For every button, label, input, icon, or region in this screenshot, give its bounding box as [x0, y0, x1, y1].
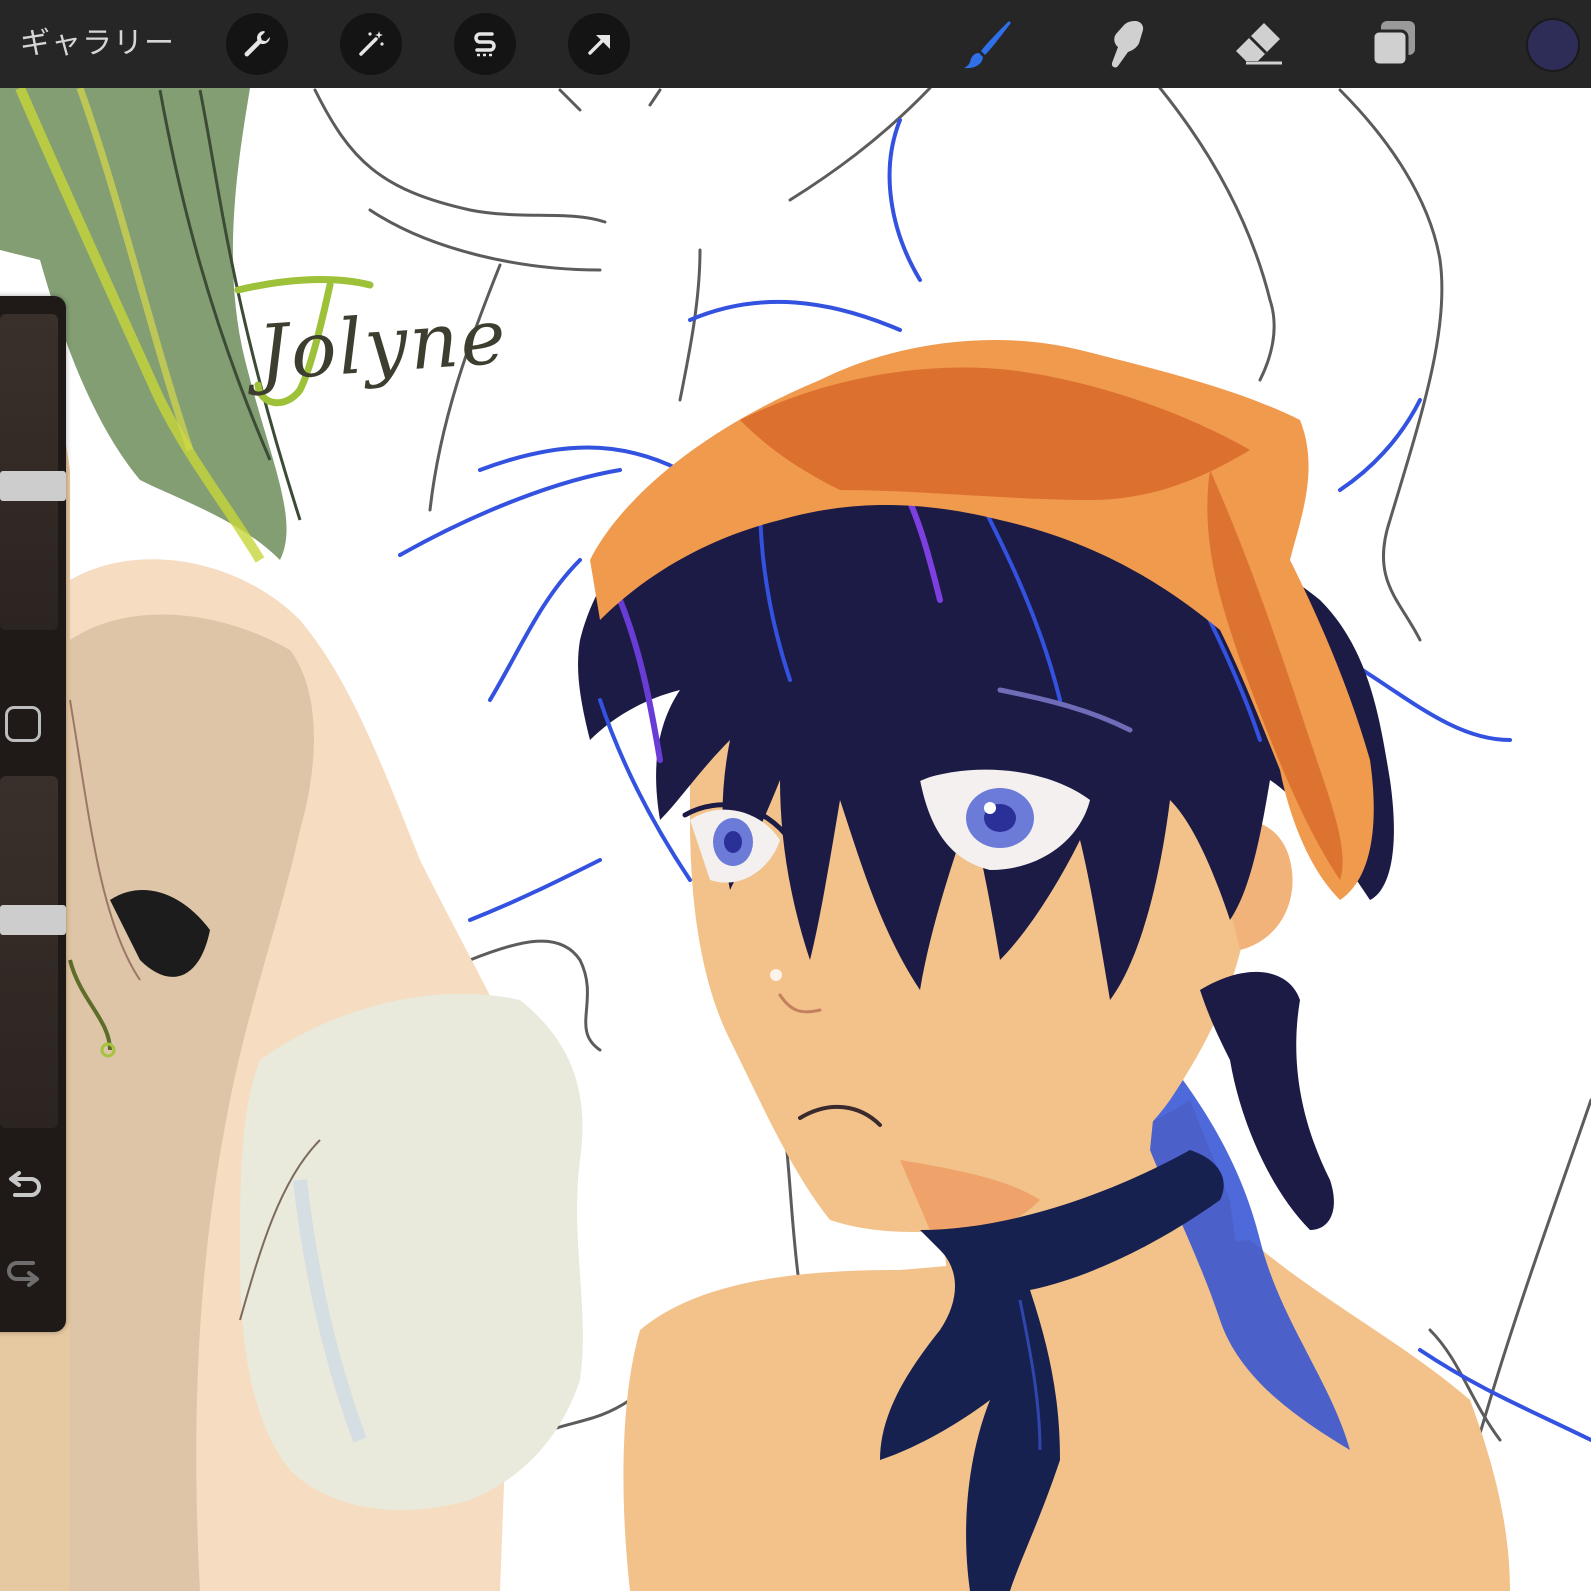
square-modify-icon[interactable] [5, 706, 41, 742]
layers-tool-button[interactable] [1362, 12, 1426, 76]
arrow-cursor-icon [588, 35, 610, 55]
brush-size-handle[interactable] [0, 471, 66, 502]
redo-icon [7, 1261, 39, 1287]
layers-icon [1371, 21, 1415, 67]
selection-button[interactable] [454, 13, 516, 75]
undo-icon [9, 1171, 41, 1197]
undo-button[interactable] [2, 1166, 46, 1210]
actions-button[interactable] [226, 13, 288, 75]
opacity-handle[interactable] [0, 904, 66, 935]
current-color-swatch[interactable] [1526, 18, 1580, 72]
eraser-tool-button[interactable] [1226, 12, 1290, 76]
drawing-canvas[interactable]: Jolyne [0, 88, 1591, 1591]
gallery-button[interactable]: ギャラリー [20, 22, 175, 66]
redo-button[interactable] [2, 1248, 46, 1292]
smudge-finger-icon [1111, 21, 1144, 68]
adjustments-button[interactable] [340, 13, 402, 75]
wrench-icon [244, 30, 271, 57]
magic-wand-icon [359, 31, 384, 56]
selection-s-icon [474, 32, 496, 57]
opacity-slider[interactable] [0, 776, 66, 1128]
top-toolbar: ギャラリー [0, 0, 1591, 88]
brush-tool-button[interactable] [956, 12, 1020, 76]
transform-button[interactable] [568, 13, 630, 75]
smudge-tool-button[interactable] [1094, 12, 1158, 76]
sidebar-panel [0, 296, 66, 1332]
artwork-illustration [0, 88, 1591, 1591]
brush-icon [964, 21, 1011, 69]
handwritten-title: Jolyne [255, 291, 511, 398]
brush-size-slider[interactable] [0, 314, 66, 630]
eraser-icon [1236, 23, 1282, 65]
